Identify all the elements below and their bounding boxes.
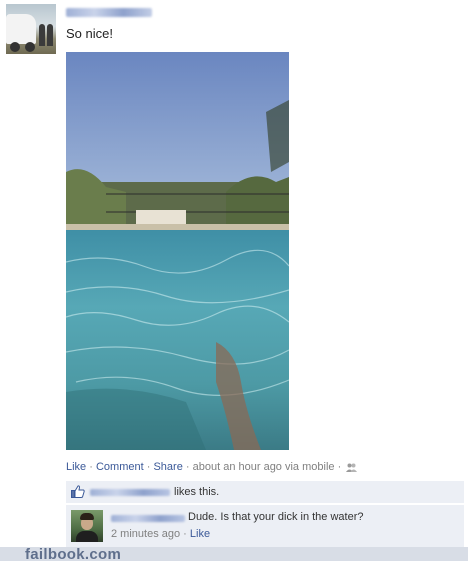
- post-timestamp[interactable]: about an hour ago via mobile: [193, 461, 335, 473]
- poster-name-redacted[interactable]: [66, 8, 152, 17]
- avatar-body: [76, 531, 98, 542]
- person-shape: [47, 24, 53, 46]
- commenter-avatar[interactable]: [71, 510, 103, 542]
- share-link[interactable]: Share: [153, 461, 182, 473]
- comment-meta: 2 minutes ago · Like: [111, 528, 210, 540]
- poster-avatar[interactable]: [6, 4, 56, 54]
- separator: ·: [337, 461, 342, 473]
- like-link[interactable]: Like: [66, 461, 86, 473]
- failbook-watermark: failbook.com: [25, 546, 122, 563]
- separator: ·: [89, 461, 93, 473]
- status-text: So nice!: [66, 26, 113, 41]
- comment: Dude. Is that your dick in the water? 2 …: [66, 505, 464, 547]
- wheel-shape: [10, 42, 20, 52]
- separator: ·: [185, 461, 190, 473]
- comment-link[interactable]: Comment: [96, 461, 144, 473]
- separator: ·: [183, 528, 187, 540]
- comment-text: Dude. Is that your dick in the water?: [188, 511, 364, 523]
- separator: ·: [146, 461, 151, 473]
- likes-bar: likes this.: [66, 481, 464, 504]
- comment-like-link[interactable]: Like: [190, 528, 210, 540]
- liker-name-redacted[interactable]: [90, 489, 170, 496]
- avatar-hair: [80, 513, 94, 520]
- wheel-shape: [25, 42, 35, 52]
- friends-icon[interactable]: [346, 463, 358, 475]
- post-actions: Like · Comment · Share · about an hour a…: [66, 461, 358, 475]
- truck-shape: [6, 14, 36, 44]
- commenter-name-redacted[interactable]: [111, 515, 185, 522]
- comment-timestamp[interactable]: 2 minutes ago: [111, 528, 180, 540]
- thumbs-up-icon: [71, 485, 85, 501]
- post-photo[interactable]: [66, 52, 289, 450]
- likes-text: likes this.: [174, 486, 220, 498]
- person-shape: [39, 24, 45, 46]
